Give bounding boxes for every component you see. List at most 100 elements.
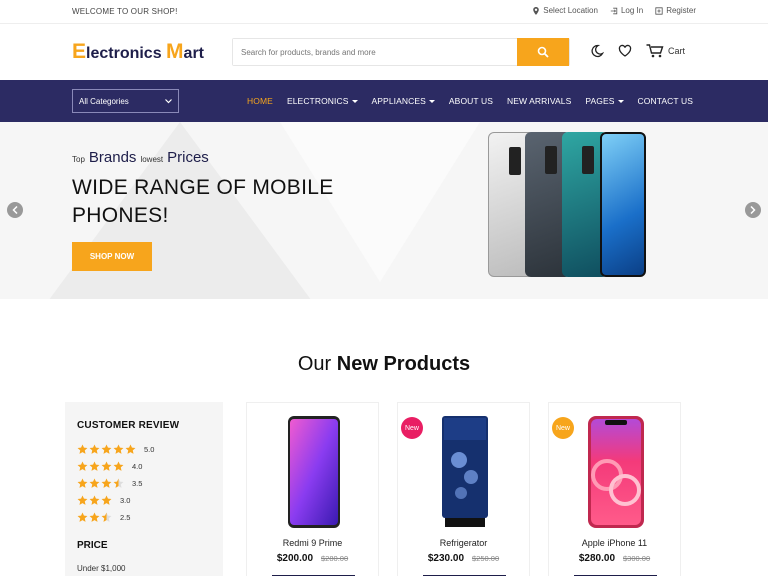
category-select-value: All Categories xyxy=(79,96,129,106)
category-select[interactable]: All Categories xyxy=(72,89,179,113)
star-icon xyxy=(77,444,88,454)
cart-label: Cart xyxy=(668,46,686,56)
filter-sidebar: CUSTOMER REVIEW PRICE Under $1,000 5.0 4.… xyxy=(65,402,223,576)
star-icon xyxy=(89,478,100,488)
shop-now-button[interactable]: SHOP NOW xyxy=(72,242,152,271)
search-input[interactable] xyxy=(233,39,519,65)
rating-value: 2.5 xyxy=(120,513,131,522)
rating-filter-option[interactable]: 2.5 xyxy=(77,512,130,523)
nav-item-contact-us[interactable]: CONTACT US xyxy=(638,96,693,106)
star-half-icon xyxy=(113,478,124,488)
select-location-link[interactable]: Select Location xyxy=(532,6,598,15)
product-card[interactable]: New Refrigerator $230.00 $250.00 xyxy=(397,402,530,576)
chevron-left-icon xyxy=(12,206,18,214)
product-name[interactable]: Apple iPhone 11 xyxy=(549,538,680,548)
rating-filter-option[interactable]: 3.5 xyxy=(77,478,142,489)
rating-filter-option[interactable]: 3.0 xyxy=(77,495,130,506)
product-image xyxy=(588,416,644,528)
nav-item-pages[interactable]: PAGES xyxy=(585,96,624,106)
product-old-price: $250.00 xyxy=(472,554,500,563)
search-button[interactable] xyxy=(517,38,569,66)
product-image xyxy=(288,416,340,528)
star-icon xyxy=(77,478,88,488)
nav-item-label: APPLIANCES xyxy=(371,96,426,106)
star-icon xyxy=(113,444,124,454)
product-price: $200.00 $280.00 xyxy=(276,553,349,564)
header-icons: Cart xyxy=(590,44,685,58)
cart-button[interactable]: Cart xyxy=(646,44,685,58)
register-label: Register xyxy=(666,6,696,15)
nav-item-electronics[interactable]: ELECTRONICS xyxy=(287,96,358,106)
star-icon xyxy=(89,495,100,505)
nav-item-appliances[interactable]: APPLIANCES xyxy=(372,96,435,106)
star-icon xyxy=(101,478,112,488)
site-logo[interactable]: Electronics Mart xyxy=(72,40,204,64)
product-old-price: $300.00 xyxy=(623,554,651,563)
rating-filter-option[interactable]: 5.0 xyxy=(77,444,154,455)
star-half-icon xyxy=(101,512,112,522)
register-link[interactable]: Register xyxy=(655,6,696,15)
dark-mode-moon-icon[interactable] xyxy=(590,44,604,58)
chevron-right-icon xyxy=(750,206,756,214)
register-icon xyxy=(655,6,663,15)
search-bar xyxy=(232,38,570,66)
nav-item-about-us[interactable]: ABOUT US xyxy=(449,96,493,106)
new-badge: New xyxy=(401,417,423,439)
new-badge: New xyxy=(552,417,574,439)
header: Electronics Mart Cart xyxy=(0,24,768,80)
caret-down-icon xyxy=(428,99,435,103)
hero-tagline: Top Brands lowest Prices xyxy=(72,149,209,166)
rating-stars xyxy=(77,478,124,489)
main-nav: All Categories HOME ELECTRONICS APPLIANCES… xyxy=(0,80,768,122)
star-icon xyxy=(101,495,112,505)
star-icon xyxy=(101,444,112,454)
select-location-label: Select Location xyxy=(543,6,598,15)
rating-stars xyxy=(77,461,124,472)
price-option[interactable]: Under $1,000 xyxy=(77,564,125,573)
star-icon xyxy=(77,495,88,505)
login-icon xyxy=(610,7,618,14)
rating-value: 3.5 xyxy=(132,479,143,488)
cart-icon xyxy=(646,44,664,58)
top-bar: WELCOME TO OUR SHOP! Select Location Log… xyxy=(0,0,768,24)
star-icon xyxy=(113,461,124,471)
nav-item-label: NEW ARRIVALS xyxy=(507,96,572,106)
nav-item-label: ELECTRONICS xyxy=(286,96,349,106)
chevron-down-icon xyxy=(165,98,172,103)
hero-phones-image xyxy=(485,132,655,282)
nav-item-home[interactable]: HOME xyxy=(247,96,273,106)
location-pin-icon xyxy=(533,6,540,15)
rating-value: 4.0 xyxy=(132,462,143,471)
top-links: Select Location Log In Register xyxy=(532,6,696,15)
nav-item-label: PAGES xyxy=(585,96,615,106)
product-card[interactable]: New Apple iPhone 11 $280.00 $300.00 xyxy=(548,402,681,576)
nav-item-new-arrivals[interactable]: NEW ARRIVALS xyxy=(507,96,571,106)
product-image xyxy=(442,416,488,527)
section-title: Our New Products xyxy=(297,353,471,375)
customer-review-title: CUSTOMER REVIEW xyxy=(77,420,180,431)
product-old-price: $280.00 xyxy=(321,554,349,563)
search-icon xyxy=(537,46,549,58)
login-label: Log In xyxy=(620,6,644,15)
slider-next-button[interactable] xyxy=(745,202,761,218)
slider-prev-button[interactable] xyxy=(7,202,23,218)
caret-down-icon xyxy=(351,99,358,103)
caret-down-icon xyxy=(617,99,624,103)
product-card[interactable]: Redmi 9 Prime $200.00 $280.00 xyxy=(246,402,379,576)
wishlist-heart-icon[interactable] xyxy=(618,44,632,58)
hero-headline: WIDE RANGE OF MOBILE PHONES! xyxy=(72,176,334,227)
star-icon xyxy=(77,512,88,522)
rating-stars xyxy=(77,512,112,523)
product-price: $280.00 $300.00 xyxy=(578,553,651,564)
star-icon xyxy=(125,444,136,454)
product-name[interactable]: Refrigerator xyxy=(398,538,529,548)
star-icon xyxy=(77,461,88,471)
rating-stars xyxy=(77,495,112,506)
nav-item-label: CONTACT US xyxy=(637,96,693,106)
rating-filter-option[interactable]: 4.0 xyxy=(77,461,142,472)
welcome-text: WELCOME TO OUR SHOP! xyxy=(72,7,178,16)
nav-menu: HOME ELECTRONICS APPLIANCES ABOUT US NEW ARR… xyxy=(247,96,693,106)
login-link[interactable]: Log In xyxy=(610,6,643,15)
star-icon xyxy=(89,444,100,454)
product-name[interactable]: Redmi 9 Prime xyxy=(247,538,378,548)
